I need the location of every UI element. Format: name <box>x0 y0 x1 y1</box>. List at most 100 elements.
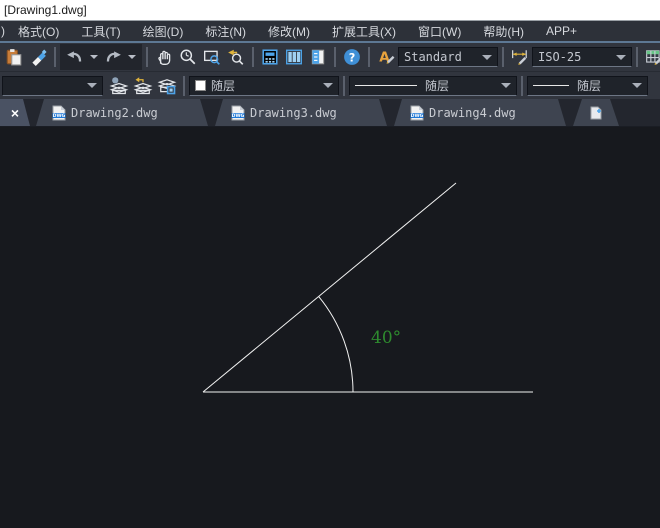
layer-previous-icon <box>133 76 153 96</box>
undo-dropdown-arrow[interactable] <box>90 55 98 59</box>
menu-item-express-tools[interactable]: 扩展工具(X) <box>321 23 407 40</box>
layer-dropdown[interactable] <box>2 76 103 96</box>
tab-label: Drawing4.dwg <box>429 106 516 120</box>
toolbar-separator <box>343 76 345 96</box>
menu-item-tools[interactable]: 工具(T) <box>70 23 131 40</box>
dwg-file-icon: DWG <box>231 105 245 121</box>
menu-item-format[interactable]: 格式(O) <box>7 23 70 40</box>
chevron-down-icon <box>482 55 492 60</box>
table-style-icon <box>645 48 660 66</box>
text-style-icon: A <box>377 48 395 66</box>
table-style-button[interactable] <box>642 45 660 69</box>
toolbar-separator <box>502 47 504 67</box>
lineweight-value: 随层 <box>577 77 601 94</box>
tool-palettes-button[interactable] <box>282 45 306 69</box>
redo-button[interactable] <box>101 45 125 69</box>
tab-drawing4[interactable]: DWG Drawing4.dwg <box>394 99 566 126</box>
color-swatch <box>195 80 206 91</box>
toolbar-separator <box>146 47 148 67</box>
menu-item-partial[interactable]: ) <box>0 24 7 38</box>
tab-drawing2[interactable]: DWG Drawing2.dwg <box>36 99 208 126</box>
layer-properties-icon <box>157 76 177 96</box>
pan-hand-icon <box>155 48 173 66</box>
toolbar-separator <box>252 47 254 67</box>
toolbar-separator <box>521 76 523 96</box>
menu-item-dimension[interactable]: 标注(N) <box>194 23 257 40</box>
angle-ray-entity[interactable] <box>203 183 456 392</box>
properties-palette-button[interactable] <box>258 45 282 69</box>
sheet-set-manager-icon <box>309 48 327 66</box>
properties-palette-icon <box>261 48 279 66</box>
menu-bar: ) 格式(O) 工具(T) 绘图(D) 标注(N) 修改(M) 扩展工具(X) … <box>0 21 660 41</box>
toolbar-separator <box>636 47 638 67</box>
dimension-style-icon <box>511 48 529 66</box>
properties-toolbar: 随层 随层 随层 <box>0 71 660 99</box>
help-button[interactable]: ? <box>340 45 364 69</box>
menu-item-modify[interactable]: 修改(M) <box>257 23 321 40</box>
zoom-realtime-icon <box>179 48 197 66</box>
close-document-button[interactable]: × <box>0 99 30 126</box>
chevron-down-icon <box>87 83 97 88</box>
text-style-dropdown[interactable]: Standard <box>398 47 498 67</box>
tab-drawing3[interactable]: DWG Drawing3.dwg <box>215 99 387 126</box>
linetype-sample <box>355 85 417 86</box>
paste-icon <box>5 48 23 66</box>
layer-previous-button[interactable] <box>131 74 155 98</box>
color-dropdown[interactable]: 随层 <box>189 76 339 96</box>
close-icon: × <box>11 105 19 121</box>
zoom-window-button[interactable] <box>200 45 224 69</box>
menu-item-window[interactable]: 窗口(W) <box>407 23 472 40</box>
svg-text:?: ? <box>349 52 356 65</box>
tool-palettes-icon <box>285 48 303 66</box>
chevron-down-icon <box>616 55 626 60</box>
drawing-canvas[interactable]: 40° <box>0 127 660 528</box>
menu-item-draw[interactable]: 绘图(D) <box>132 23 195 40</box>
angle-dimension-text[interactable]: 40° <box>371 328 401 348</box>
paste-button[interactable] <box>2 45 26 69</box>
make-object-layer-current-button[interactable] <box>107 74 131 98</box>
undo-redo-group <box>60 44 142 70</box>
zoom-previous-icon <box>227 48 245 66</box>
format-painter-icon <box>29 48 47 66</box>
svg-text:DWG: DWG <box>53 113 66 119</box>
toolbar-separator <box>183 76 185 96</box>
zoom-realtime-button[interactable] <box>176 45 200 69</box>
dimension-style-button[interactable] <box>508 45 532 69</box>
format-painter-button[interactable] <box>26 45 50 69</box>
toolbar-separator <box>334 47 336 67</box>
standard-toolbar: ? A Standard ISO-25 <box>0 43 660 71</box>
chevron-down-icon <box>501 83 511 88</box>
chevron-down-icon <box>323 83 333 88</box>
dwg-file-icon: DWG <box>410 105 424 121</box>
redo-dropdown-arrow[interactable] <box>128 55 136 59</box>
menu-item-help[interactable]: 帮助(H) <box>472 23 535 40</box>
linetype-value: 随层 <box>425 77 449 94</box>
undo-button[interactable] <box>63 45 87 69</box>
new-drawing-tab-button[interactable] <box>573 99 619 126</box>
linetype-dropdown[interactable]: 随层 <box>349 76 517 96</box>
toolbar-separator <box>54 47 56 67</box>
zoom-previous-button[interactable] <box>224 45 248 69</box>
dimension-style-dropdown[interactable]: ISO-25 <box>532 47 632 67</box>
menu-item-app-plus[interactable]: APP+ <box>535 24 588 38</box>
help-icon: ? <box>343 48 361 66</box>
lineweight-dropdown[interactable]: 随层 <box>527 76 648 96</box>
model-space: 40° <box>0 127 660 528</box>
toolbar-separator <box>368 47 370 67</box>
new-tab-icon <box>588 105 604 121</box>
text-style-button[interactable]: A <box>374 45 398 69</box>
pan-button[interactable] <box>152 45 176 69</box>
redo-icon <box>104 48 122 66</box>
text-style-value: Standard <box>404 50 462 64</box>
dimension-style-value: ISO-25 <box>538 50 581 64</box>
svg-text:DWG: DWG <box>232 113 245 119</box>
zoom-window-icon <box>203 48 221 66</box>
dwg-file-icon: DWG <box>52 105 66 121</box>
tab-label: Drawing2.dwg <box>71 106 158 120</box>
layer-properties-manager-button[interactable] <box>155 74 179 98</box>
svg-text:DWG: DWG <box>411 113 424 119</box>
angular-dimension-arc[interactable] <box>319 296 353 392</box>
tab-label: Drawing3.dwg <box>250 106 337 120</box>
lineweight-sample <box>533 85 569 86</box>
sheet-set-manager-button[interactable] <box>306 45 330 69</box>
